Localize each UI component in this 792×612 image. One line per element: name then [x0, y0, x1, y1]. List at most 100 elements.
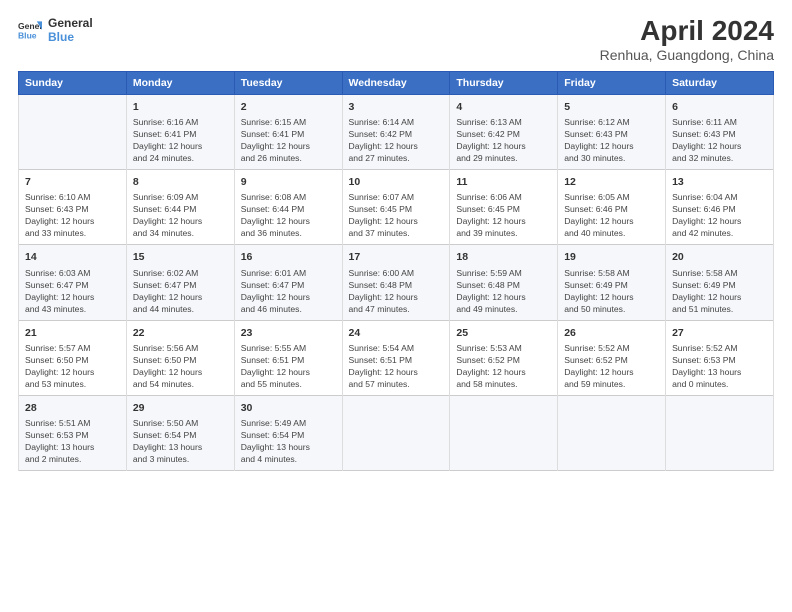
day-number: 10 [349, 175, 444, 189]
calendar-week-row: 1 Sunrise: 6:16 AMSunset: 6:41 PMDaylight… [19, 94, 774, 169]
calendar-cell: 25 Sunrise: 5:53 AMSunset: 6:52 PMDayligh… [450, 320, 558, 395]
day-number: 1 [133, 100, 228, 114]
month-title: April 2024 [600, 16, 774, 47]
day-info: Sunrise: 6:13 AMSunset: 6:42 PMDaylight:… [456, 116, 551, 164]
day-number: 29 [133, 401, 228, 415]
weekday-header: Wednesday [342, 71, 450, 94]
logo-blue: Blue [48, 30, 93, 44]
day-number: 27 [672, 326, 767, 340]
logo-general: General [48, 16, 93, 30]
calendar-cell [19, 94, 127, 169]
weekday-header: Tuesday [234, 71, 342, 94]
day-info: Sunrise: 6:06 AMSunset: 6:45 PMDaylight:… [456, 191, 551, 239]
day-info: Sunrise: 6:01 AMSunset: 6:47 PMDaylight:… [241, 267, 336, 315]
day-number: 3 [349, 100, 444, 114]
calendar-cell: 24 Sunrise: 5:54 AMSunset: 6:51 PMDayligh… [342, 320, 450, 395]
day-info: Sunrise: 6:00 AMSunset: 6:48 PMDaylight:… [349, 267, 444, 315]
calendar-cell: 21Sunrise: 5:57 AMSunset: 6:50 PMDayligh… [19, 320, 127, 395]
calendar-cell: 12 Sunrise: 6:05 AMSunset: 6:46 PMDayligh… [558, 170, 666, 245]
logo-icon: General Blue [18, 18, 42, 42]
location: Renhua, Guangdong, China [600, 47, 774, 63]
day-info: Sunrise: 6:09 AMSunset: 6:44 PMDaylight:… [133, 191, 228, 239]
day-number: 20 [672, 250, 767, 264]
calendar-cell: 2 Sunrise: 6:15 AMSunset: 6:41 PMDaylight… [234, 94, 342, 169]
day-number: 14 [25, 250, 120, 264]
day-info: Sunrise: 5:59 AMSunset: 6:48 PMDaylight:… [456, 267, 551, 315]
day-info: Sunrise: 5:56 AMSunset: 6:50 PMDaylight:… [133, 342, 228, 390]
calendar-week-row: 14 Sunrise: 6:03 AMSunset: 6:47 PMDayligh… [19, 245, 774, 320]
logo: General Blue General Blue [18, 16, 93, 44]
day-number: 19 [564, 250, 659, 264]
day-info: Sunrise: 5:53 AMSunset: 6:52 PMDaylight:… [456, 342, 551, 390]
calendar-cell: 4 Sunrise: 6:13 AMSunset: 6:42 PMDaylight… [450, 94, 558, 169]
calendar-cell: 11 Sunrise: 6:06 AMSunset: 6:45 PMDayligh… [450, 170, 558, 245]
day-number: 9 [241, 175, 336, 189]
day-number: 12 [564, 175, 659, 189]
calendar-cell: 7Sunrise: 6:10 AMSunset: 6:43 PMDaylight… [19, 170, 127, 245]
calendar-cell: 9 Sunrise: 6:08 AMSunset: 6:44 PMDaylight… [234, 170, 342, 245]
day-number: 25 [456, 326, 551, 340]
day-info: Sunrise: 6:03 AMSunset: 6:47 PMDaylight:… [25, 267, 120, 315]
calendar-cell: 26 Sunrise: 5:52 AMSunset: 6:52 PMDayligh… [558, 320, 666, 395]
day-number: 28 [25, 401, 120, 415]
calendar-week-row: 21Sunrise: 5:57 AMSunset: 6:50 PMDayligh… [19, 320, 774, 395]
calendar-cell: 27 Sunrise: 5:52 AMSunset: 6:53 PMDayligh… [666, 320, 774, 395]
day-number: 23 [241, 326, 336, 340]
day-info: Sunrise: 6:12 AMSunset: 6:43 PMDaylight:… [564, 116, 659, 164]
day-info: Sunrise: 6:15 AMSunset: 6:41 PMDaylight:… [241, 116, 336, 164]
calendar-cell: 23Sunrise: 5:55 AMSunset: 6:51 PMDayligh… [234, 320, 342, 395]
calendar-cell: 17 Sunrise: 6:00 AMSunset: 6:48 PMDayligh… [342, 245, 450, 320]
calendar-cell [342, 395, 450, 470]
calendar-cell: 15Sunrise: 6:02 AMSunset: 6:47 PMDayligh… [126, 245, 234, 320]
header: General Blue General Blue April 2024 Ren… [18, 16, 774, 63]
day-number: 5 [564, 100, 659, 114]
day-number: 8 [133, 175, 228, 189]
day-info: Sunrise: 5:52 AMSunset: 6:53 PMDaylight:… [672, 342, 767, 390]
calendar-cell: 20 Sunrise: 5:58 AMSunset: 6:49 PMDayligh… [666, 245, 774, 320]
day-info: Sunrise: 6:16 AMSunset: 6:41 PMDaylight:… [133, 116, 228, 164]
day-info: Sunrise: 6:08 AMSunset: 6:44 PMDaylight:… [241, 191, 336, 239]
day-number: 30 [241, 401, 336, 415]
page: General Blue General Blue April 2024 Ren… [0, 0, 792, 612]
title-area: April 2024 Renhua, Guangdong, China [600, 16, 774, 63]
weekday-header: Thursday [450, 71, 558, 94]
calendar-cell: 28 Sunrise: 5:51 AMSunset: 6:53 PMDayligh… [19, 395, 127, 470]
day-info: Sunrise: 6:05 AMSunset: 6:46 PMDaylight:… [564, 191, 659, 239]
calendar-cell: 22 Sunrise: 5:56 AMSunset: 6:50 PMDayligh… [126, 320, 234, 395]
day-number: 26 [564, 326, 659, 340]
day-number: 4 [456, 100, 551, 114]
day-info: Sunrise: 6:11 AMSunset: 6:43 PMDaylight:… [672, 116, 767, 164]
day-info: Sunrise: 5:49 AMSunset: 6:54 PMDaylight:… [241, 417, 336, 465]
day-info: Sunrise: 6:02 AMSunset: 6:47 PMDaylight:… [133, 267, 228, 315]
calendar-cell: 13 Sunrise: 6:04 AMSunset: 6:46 PMDayligh… [666, 170, 774, 245]
day-info: Sunrise: 5:54 AMSunset: 6:51 PMDaylight:… [349, 342, 444, 390]
weekday-header: Sunday [19, 71, 127, 94]
day-number: 2 [241, 100, 336, 114]
day-info: Sunrise: 6:04 AMSunset: 6:46 PMDaylight:… [672, 191, 767, 239]
calendar-cell: 5 Sunrise: 6:12 AMSunset: 6:43 PMDaylight… [558, 94, 666, 169]
calendar-week-row: 7Sunrise: 6:10 AMSunset: 6:43 PMDaylight… [19, 170, 774, 245]
day-number: 13 [672, 175, 767, 189]
day-info: Sunrise: 5:58 AMSunset: 6:49 PMDaylight:… [672, 267, 767, 315]
calendar-cell: 16Sunrise: 6:01 AMSunset: 6:47 PMDayligh… [234, 245, 342, 320]
day-info: Sunrise: 5:51 AMSunset: 6:53 PMDaylight:… [25, 417, 120, 465]
calendar-cell: 29Sunrise: 5:50 AMSunset: 6:54 PMDayligh… [126, 395, 234, 470]
day-number: 17 [349, 250, 444, 264]
calendar-cell [666, 395, 774, 470]
day-number: 24 [349, 326, 444, 340]
day-info: Sunrise: 6:14 AMSunset: 6:42 PMDaylight:… [349, 116, 444, 164]
calendar-cell: 30 Sunrise: 5:49 AMSunset: 6:54 PMDayligh… [234, 395, 342, 470]
calendar-table: SundayMondayTuesdayWednesdayThursdayFrid… [18, 71, 774, 471]
svg-text:Blue: Blue [18, 31, 37, 41]
day-info: Sunrise: 5:52 AMSunset: 6:52 PMDaylight:… [564, 342, 659, 390]
calendar-cell: 14 Sunrise: 6:03 AMSunset: 6:47 PMDayligh… [19, 245, 127, 320]
weekday-header: Friday [558, 71, 666, 94]
day-info: Sunrise: 6:10 AMSunset: 6:43 PMDaylight:… [25, 191, 120, 239]
day-number: 22 [133, 326, 228, 340]
calendar-cell: 10Sunrise: 6:07 AMSunset: 6:45 PMDayligh… [342, 170, 450, 245]
day-number: 6 [672, 100, 767, 114]
weekday-header: Monday [126, 71, 234, 94]
day-number: 21 [25, 326, 120, 340]
day-number: 18 [456, 250, 551, 264]
day-number: 11 [456, 175, 551, 189]
